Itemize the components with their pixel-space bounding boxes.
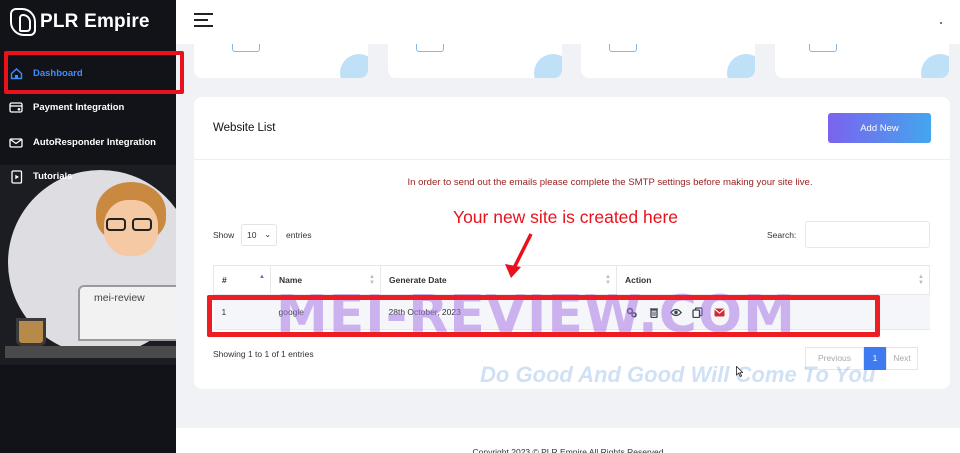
- annotation-text: Your new site is created here: [453, 207, 679, 227]
- divider: [194, 159, 950, 160]
- header-dot: [940, 22, 942, 24]
- logo[interactable]: PLR Empire: [10, 8, 150, 36]
- illustration-mug: [16, 318, 46, 346]
- dashboard-highlight-box: [4, 51, 184, 94]
- top-header: [176, 0, 960, 44]
- browser-icon: [609, 44, 637, 52]
- sidebar-item-tutorials[interactable]: Tutorials: [0, 160, 176, 195]
- showing-entries: Showing 1 to 1 of 1 entries: [213, 349, 314, 359]
- tutorials-icon: [9, 170, 23, 184]
- illustration-glasses: [106, 218, 156, 232]
- column-header-number[interactable]: # ▲: [213, 265, 271, 295]
- sidebar-item-label: Tutorials: [33, 171, 73, 183]
- panel-title: Website List: [213, 122, 276, 134]
- stat-card-decoration: [727, 54, 755, 78]
- stat-card: [388, 44, 562, 78]
- entries-value: 10: [247, 230, 257, 240]
- payment-icon: [9, 101, 23, 115]
- search-input[interactable]: [805, 221, 930, 248]
- watermark-tagline: Do Good And Good Will Come To You: [480, 362, 876, 387]
- stat-card: [194, 44, 368, 78]
- logo-text: PLR Empire: [40, 11, 150, 32]
- arrow-icon: [505, 233, 533, 278]
- stat-card: [581, 44, 755, 78]
- entries-select[interactable]: 10 ⌄: [241, 224, 277, 246]
- sidebar-item-label: Payment Integration: [33, 102, 125, 114]
- monitor-icon: [232, 44, 260, 52]
- browser-icon: [416, 44, 444, 52]
- stat-card: [775, 44, 949, 78]
- sort-icon: ▲ ▼: [918, 274, 924, 286]
- stat-card-decoration: [340, 54, 368, 78]
- footer: Copyright 2023 © PLR Empire All Rights R…: [176, 428, 960, 453]
- devices-icon: [809, 44, 837, 52]
- smtp-warning: In order to send out the emails please c…: [407, 177, 813, 188]
- illustration-text: mei-review: [94, 292, 145, 304]
- row-highlight-box: [207, 295, 880, 337]
- stat-card-decoration: [921, 54, 949, 78]
- search-label: Search:: [767, 230, 797, 240]
- menu-icon[interactable]: [194, 13, 213, 27]
- entries-label: entries: [286, 230, 312, 240]
- stat-card-decoration: [534, 54, 562, 78]
- add-new-button[interactable]: Add New: [828, 113, 931, 143]
- illustration-desk: [5, 346, 176, 358]
- autoresponder-icon: [9, 135, 23, 149]
- mouse-cursor-icon: [736, 366, 743, 377]
- sidebar-item-label: AutoResponder Integration: [33, 136, 156, 148]
- sort-asc-icon: ▲: [259, 274, 265, 280]
- sidebar-item-autoresponder-integration[interactable]: AutoResponder Integration: [0, 125, 176, 160]
- show-label: Show: [213, 230, 235, 240]
- chevron-down-icon: ⌄: [264, 230, 271, 239]
- next-page-button[interactable]: Next: [886, 347, 918, 370]
- logo-icon: [10, 8, 36, 36]
- sidebar-item-payment-integration[interactable]: Payment Integration: [0, 91, 176, 126]
- website-list-panel: Website List Add New In order to send ou…: [194, 97, 950, 389]
